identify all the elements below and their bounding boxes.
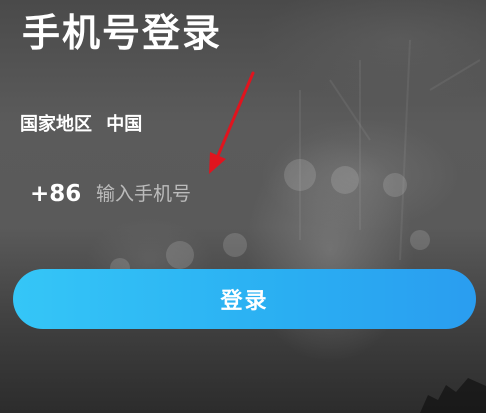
page-title: 手机号登录 [22, 11, 223, 55]
region-label: 国家地区 [20, 114, 92, 135]
region-selector[interactable]: 国家地区 中国 [20, 113, 142, 137]
red-arrow-icon [209, 71, 255, 174]
phone-field-row: +86 [30, 176, 396, 212]
country-code[interactable]: +86 [30, 181, 96, 207]
region-value: 中国 [106, 114, 143, 135]
login-button[interactable]: 登录 [13, 269, 476, 329]
login-screen: 手机号登录 国家地区 中国 +86 登录 [0, 0, 486, 413]
phone-input[interactable] [96, 177, 396, 211]
